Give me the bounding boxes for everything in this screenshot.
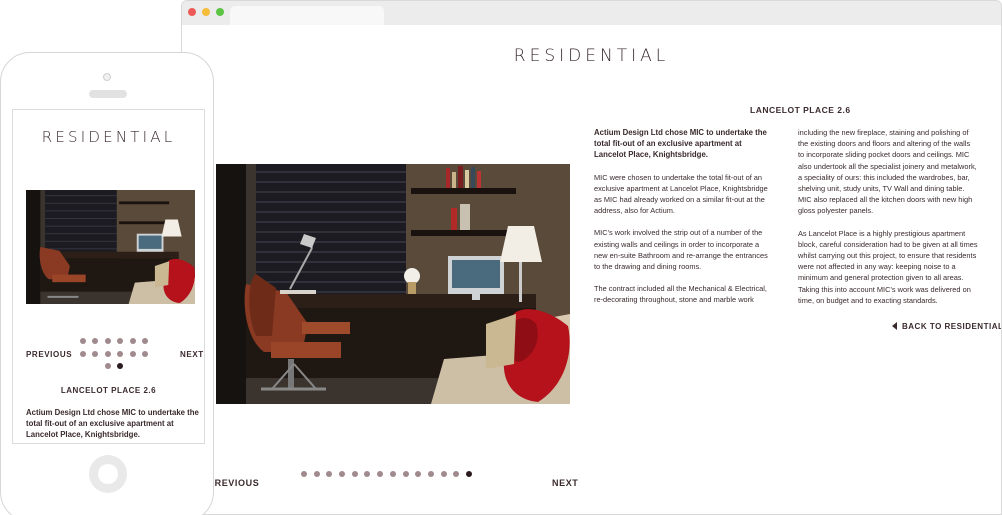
body-paragraph: The contract included all the Mechanical… (594, 284, 767, 305)
description-column-left: Actium Design Ltd chose MIC to undertake… (594, 127, 770, 317)
pager-dot[interactable] (142, 338, 149, 344)
pager-dot[interactable] (313, 471, 320, 477)
back-to-residential-link[interactable]: BACK TO RESIDENTIAL (892, 322, 1002, 331)
pager-dot[interactable] (79, 350, 86, 357)
pager-dot[interactable] (104, 338, 111, 344)
pager-dot[interactable] (351, 471, 358, 477)
browser-title-bar (182, 1, 1001, 25)
mobile-next-button[interactable]: NEXT (180, 350, 204, 359)
pager-dot[interactable] (79, 338, 86, 344)
pager-dot[interactable] (129, 350, 136, 357)
previous-button[interactable]: PREVIOUS (208, 478, 259, 488)
browser-window: RESIDENTIAL PREVIOUS NEXT LANCELOT PLACE… (181, 0, 1002, 515)
phone-screen: RESIDENTIAL PREVIOUS NEXT LANCELOT PLACE… (12, 109, 205, 444)
project-photo (216, 164, 570, 404)
page-title: RESIDENTIAL (513, 46, 670, 66)
phone-mockup: RESIDENTIAL PREVIOUS NEXT LANCELOT PLACE… (0, 52, 214, 515)
pager-dot-active[interactable] (117, 363, 124, 369)
image-pager (301, 471, 479, 477)
pager-dot[interactable] (364, 471, 371, 477)
study-room-image (216, 164, 570, 404)
lead-paragraph: Actium Design Ltd chose MIC to undertake… (594, 128, 767, 160)
description-column-right: including the new fireplace, staining an… (798, 127, 978, 317)
browser-tab[interactable] (230, 6, 384, 25)
body-paragraph: MIC were chosen to undertake the total f… (594, 172, 768, 216)
pager-dot[interactable] (453, 471, 460, 477)
pager-dot[interactable] (339, 471, 346, 477)
speaker-grille (89, 90, 127, 98)
mobile-lead-paragraph: Actium Design Ltd chose MIC to undertake… (26, 408, 199, 440)
pager-dot[interactable] (104, 350, 111, 357)
close-window-button[interactable] (188, 8, 196, 16)
minimize-window-button[interactable] (202, 8, 210, 16)
camera-dot (103, 73, 111, 81)
pager-dot[interactable] (92, 350, 99, 357)
body-paragraph: including the new fireplace, staining an… (798, 128, 977, 216)
body-paragraph: MIC’s work involved the strip out of a n… (594, 228, 768, 272)
maximize-window-button[interactable] (216, 8, 224, 16)
pager-dot[interactable] (389, 471, 396, 477)
home-button-icon[interactable] (89, 455, 127, 493)
pager-dot[interactable] (326, 471, 333, 477)
pager-dot[interactable] (117, 350, 124, 357)
pager-dot-active[interactable] (465, 471, 472, 477)
next-button[interactable]: NEXT (552, 478, 578, 488)
pager-dot[interactable] (301, 471, 307, 477)
mobile-previous-button[interactable]: PREVIOUS (26, 350, 72, 359)
mobile-project-title: LANCELOT PLACE 2.6 (60, 386, 157, 395)
mobile-image-pager (74, 338, 154, 376)
study-room-image (26, 190, 195, 304)
project-title: LANCELOT PLACE 2.6 (750, 105, 851, 115)
pager-dot[interactable] (427, 471, 434, 477)
pager-dot[interactable] (104, 363, 111, 369)
pager-dot[interactable] (402, 471, 409, 477)
pager-dot[interactable] (129, 338, 136, 344)
pager-dot[interactable] (377, 471, 384, 477)
back-link-label: BACK TO RESIDENTIAL (902, 322, 1002, 331)
pager-dot[interactable] (440, 471, 447, 477)
pager-dot[interactable] (117, 338, 124, 344)
mobile-page-title: RESIDENTIAL (41, 128, 176, 146)
pager-dot[interactable] (415, 471, 422, 477)
mobile-project-photo (26, 190, 195, 304)
pager-dot[interactable] (142, 350, 149, 357)
back-arrow-icon (892, 322, 897, 330)
pager-dot[interactable] (92, 338, 99, 344)
body-paragraph: As Lancelot Place is a highly prestigiou… (798, 228, 978, 305)
